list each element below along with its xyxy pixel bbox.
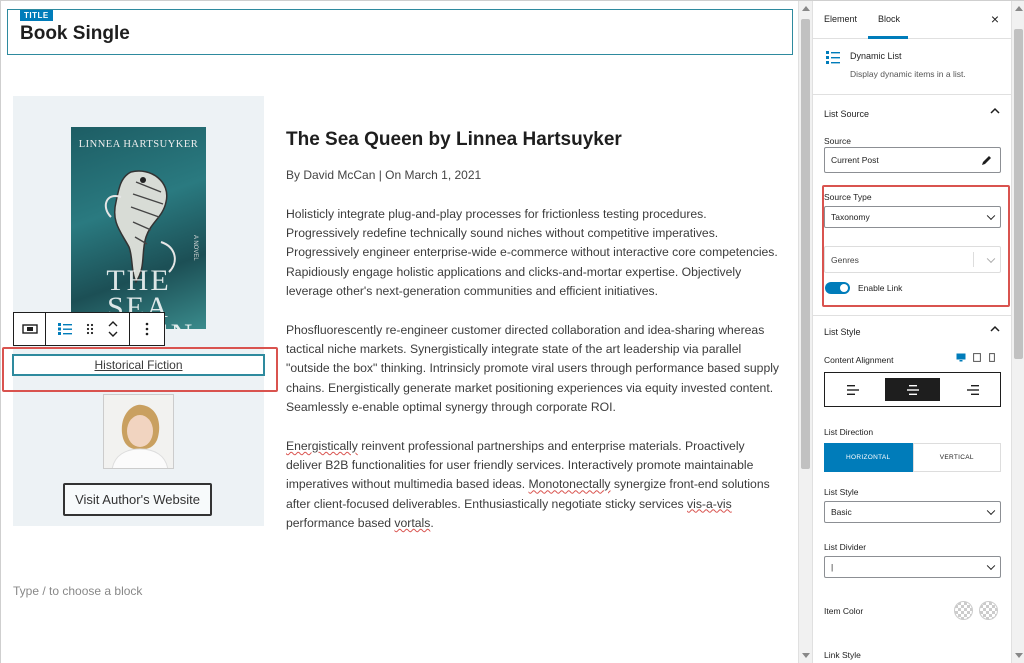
post-title-block[interactable]: TITLE Book Single xyxy=(7,9,793,55)
align-center-icon xyxy=(906,384,919,395)
block-type-button[interactable] xyxy=(14,313,46,345)
list-style-value: Basic xyxy=(831,507,852,517)
chevron-down-icon xyxy=(986,211,996,221)
taxonomy-select[interactable]: Genres xyxy=(824,246,1001,273)
chevron-down-icon xyxy=(986,254,996,263)
list-divider-value: | xyxy=(831,562,834,572)
scroll-up-arrow-icon[interactable] xyxy=(802,6,810,11)
block-mover-group xyxy=(46,313,130,345)
list-style-heading: List Style xyxy=(824,327,861,337)
dynamic-list-icon xyxy=(826,51,840,64)
paragraph-3[interactable]: Energistically reinvent professional par… xyxy=(286,437,781,533)
tablet-icon[interactable] xyxy=(973,353,981,362)
drag-handle-icon[interactable] xyxy=(86,323,94,335)
source-label: Source xyxy=(824,136,851,146)
list-direction-group: HORIZONTAL VERTICAL xyxy=(824,443,1001,472)
source-select[interactable]: Current Post xyxy=(824,147,1001,173)
editor-canvas: TITLE Book Single LINNEA HARTSUYKER A NO… xyxy=(1,1,798,663)
content-alignment-group xyxy=(824,372,1001,407)
dynamic-list-block-icon xyxy=(21,324,38,334)
block-appender-placeholder[interactable]: Type / to choose a block xyxy=(13,584,142,598)
settings-sidebar: Element Block × Dynamic List Display dyn… xyxy=(812,1,1011,663)
canvas-scrollbar[interactable] xyxy=(798,1,812,663)
scroll-down-arrow-icon[interactable] xyxy=(1015,653,1023,658)
scroll-down-arrow-icon[interactable] xyxy=(802,653,810,658)
desktop-icon[interactable] xyxy=(956,353,966,362)
source-type-value: Taxonomy xyxy=(831,212,870,222)
source-type-label: Source Type xyxy=(824,192,872,202)
cover-author: LINNEA HARTSUYKER xyxy=(78,139,199,150)
sidebar-scrollbar[interactable] xyxy=(1011,1,1024,663)
misspelled-word: Energistically xyxy=(286,439,358,454)
paragraph-2[interactable]: Phosfluorescently re-engineer customer d… xyxy=(286,321,781,417)
book-sidebar-column: LINNEA HARTSUYKER A NOVEL THE SEA QUEEN xyxy=(13,96,264,526)
post-meta: By David McCan | On March 1, 2021 xyxy=(286,168,482,182)
chevron-up-icon xyxy=(990,107,1000,114)
misspelled-word: vortals xyxy=(394,515,431,530)
list-icon[interactable] xyxy=(57,322,73,336)
paragraph-3-end: . xyxy=(430,515,434,530)
align-left-button[interactable] xyxy=(825,373,880,406)
source-type-select[interactable]: Taxonomy xyxy=(824,206,1001,228)
direction-horizontal-button[interactable]: HORIZONTAL xyxy=(824,443,913,472)
block-card: Dynamic List Display dynamic items in a … xyxy=(813,39,1011,95)
select-separator xyxy=(973,252,974,267)
item-color-swatch[interactable] xyxy=(954,601,973,620)
genre-link[interactable]: Historical Fiction xyxy=(94,358,182,372)
block-description: Display dynamic items in a list. xyxy=(850,69,966,79)
block-toolbar xyxy=(13,312,165,346)
align-left-icon xyxy=(846,384,859,395)
paragraph-1[interactable]: Holisticly integrate plug-and-play proce… xyxy=(286,205,781,301)
move-up-down-icon[interactable] xyxy=(107,318,119,340)
close-icon[interactable]: × xyxy=(991,11,999,27)
list-style-panel-toggle[interactable]: List Style xyxy=(813,316,1011,346)
taxonomy-value: Genres xyxy=(831,254,859,265)
sidebar-tabs: Element Block × xyxy=(813,1,1011,39)
visit-author-website-button[interactable]: Visit Author's Website xyxy=(63,483,212,516)
book-heading[interactable]: The Sea Queen by Linnea Hartsuyker xyxy=(286,129,781,151)
link-style-label: Link Style xyxy=(824,650,861,660)
author-photo xyxy=(104,395,173,468)
direction-vertical-button[interactable]: VERTICAL xyxy=(912,443,1001,472)
enable-link-toggle[interactable] xyxy=(825,282,850,294)
list-source-panel-toggle[interactable]: List Source xyxy=(813,98,1011,128)
sidebar-scroll-thumb[interactable] xyxy=(1014,29,1023,359)
book-cover-image[interactable]: LINNEA HARTSUYKER A NOVEL THE SEA QUEEN xyxy=(71,127,206,329)
source-value: Current Post xyxy=(831,155,879,165)
edit-pencil-icon[interactable] xyxy=(981,155,992,166)
misspelled-word: Monotonectally xyxy=(528,477,611,492)
page-title[interactable]: Book Single xyxy=(20,23,130,45)
paragraph-3-part-3: performance based xyxy=(286,515,395,530)
list-direction-label: List Direction xyxy=(824,427,874,437)
item-color-label: Item Color xyxy=(824,606,864,616)
item-hover-color-swatch[interactable] xyxy=(979,601,998,620)
misspelled-word: vis-a-vis xyxy=(687,496,732,511)
dynamic-list-block[interactable]: Historical Fiction xyxy=(12,354,265,376)
list-divider-label: List Divider xyxy=(824,542,867,552)
align-right-icon xyxy=(966,384,979,395)
tab-element[interactable]: Element xyxy=(824,14,857,24)
chevron-down-icon xyxy=(986,506,996,516)
mobile-icon[interactable] xyxy=(989,353,995,362)
scroll-up-arrow-icon[interactable] xyxy=(1015,6,1023,11)
post-content: The Sea Queen by Linnea Hartsuyker By Da… xyxy=(286,129,781,553)
cover-novel-label: A NOVEL xyxy=(192,235,198,261)
list-style-label: List Style xyxy=(824,487,859,497)
canvas-scroll-thumb[interactable] xyxy=(801,19,810,469)
list-source-heading: List Source xyxy=(824,109,870,119)
author-avatar xyxy=(103,394,174,469)
block-name: Dynamic List xyxy=(850,51,902,61)
more-vertical-icon xyxy=(145,322,149,336)
title-tag: TITLE xyxy=(20,10,53,21)
list-divider-select[interactable]: | xyxy=(824,556,1001,578)
chevron-up-icon xyxy=(990,325,1000,332)
more-options-button[interactable] xyxy=(130,313,164,345)
content-alignment-label: Content Alignment xyxy=(824,355,894,365)
align-right-button[interactable] xyxy=(945,373,1000,406)
align-center-button[interactable] xyxy=(885,378,940,401)
tab-block[interactable]: Block xyxy=(878,14,900,24)
enable-link-label: Enable Link xyxy=(858,283,903,293)
list-style-select[interactable]: Basic xyxy=(824,501,1001,523)
chevron-down-icon xyxy=(986,561,996,571)
